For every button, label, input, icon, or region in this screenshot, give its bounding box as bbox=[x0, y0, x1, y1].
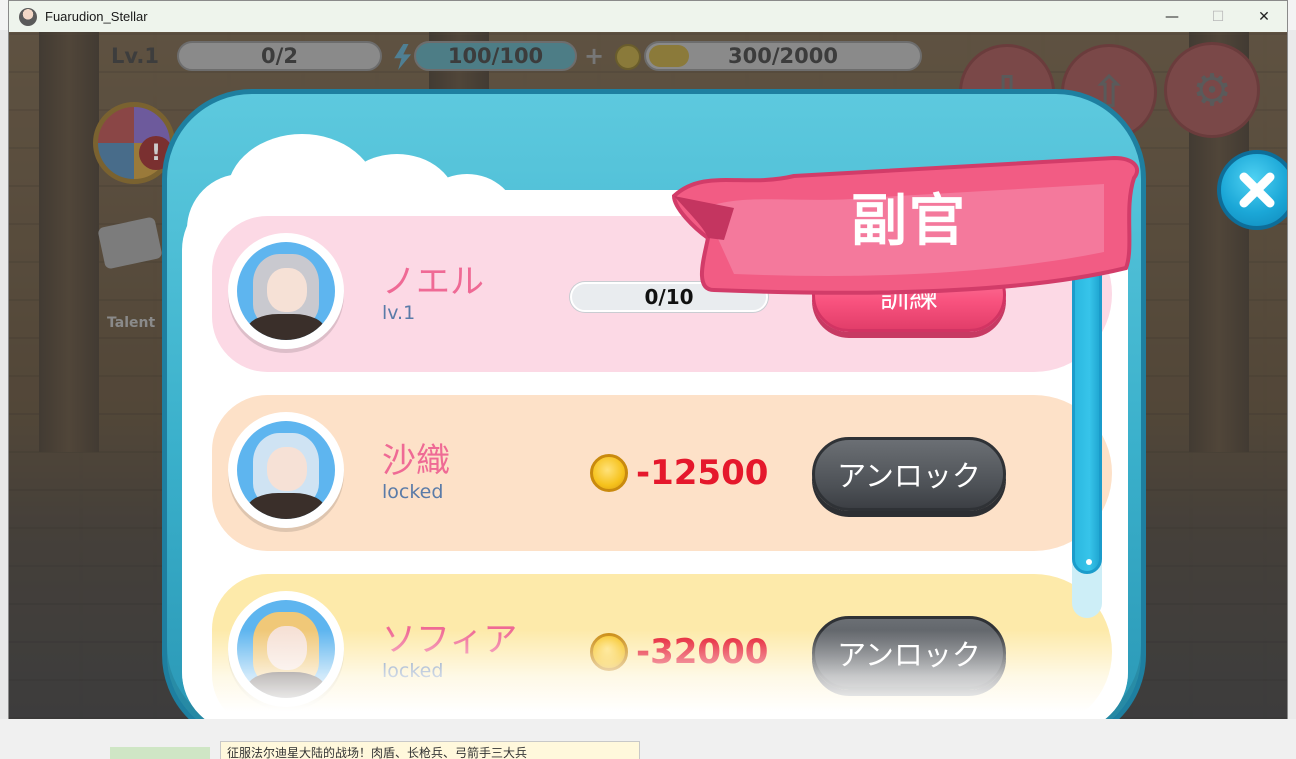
energy-bar: 100/100 bbox=[414, 41, 577, 71]
adjutant-status: locked bbox=[382, 660, 444, 682]
avatar bbox=[228, 233, 344, 349]
talent-label[interactable]: Talent bbox=[107, 315, 155, 331]
unlock-button[interactable]: アンロック bbox=[812, 616, 1006, 690]
character-body bbox=[247, 493, 325, 519]
list-item-sophia: ソフィア locked -32000 アンロック bbox=[212, 574, 1112, 719]
title-banner: 副官 bbox=[664, 148, 1144, 298]
scrollbar-dot bbox=[1086, 559, 1092, 565]
gear-icon: ⚙ bbox=[1192, 64, 1232, 116]
adjutant-dialog: ノエル lv.1 0/10 訓練 沙織 locked -12500 アンロック … bbox=[162, 89, 1287, 719]
unlock-cost: -12500 bbox=[590, 453, 768, 493]
character-face bbox=[267, 447, 307, 491]
window-controls: — ☐ ✕ bbox=[1149, 1, 1287, 32]
adjutant-name: ノエル bbox=[382, 262, 484, 302]
character-face bbox=[267, 268, 307, 312]
window-title: Fuarudion_Stellar bbox=[45, 9, 148, 24]
desktop-right-edge bbox=[1288, 30, 1296, 759]
desktop-bottom-text: 征服法尔迪星大陆的战场！肉盾、长枪兵、弓箭手三大兵 bbox=[220, 741, 640, 759]
character-face bbox=[267, 626, 307, 670]
unlock-cost-value: -32000 bbox=[636, 632, 769, 672]
title-bar: Fuarudion_Stellar — ☐ ✕ bbox=[9, 1, 1287, 32]
close-dialog-button[interactable] bbox=[1217, 150, 1287, 230]
settings-button[interactable]: ⚙ bbox=[1164, 42, 1260, 138]
adjutant-name: ソフィア bbox=[382, 620, 518, 660]
coin-icon bbox=[590, 633, 628, 671]
gold-bar-fill bbox=[649, 45, 689, 67]
avatar bbox=[228, 591, 344, 707]
exp-bar: 0/2 bbox=[177, 41, 382, 71]
adjutant-status: locked bbox=[382, 481, 444, 503]
maximize-button[interactable]: ☐ bbox=[1195, 1, 1241, 32]
desktop-bottom-block bbox=[110, 747, 210, 759]
adjutant-level: lv.1 bbox=[382, 302, 416, 324]
game-viewport: Lv.1 0/2 100/100 + 300/2000 ⇩ ⇧ ⚙ ! Tale… bbox=[9, 32, 1287, 719]
app-icon bbox=[19, 7, 37, 26]
dialog-title: 副官 bbox=[851, 189, 967, 254]
player-level: Lv.1 bbox=[111, 44, 159, 68]
unlock-cost: -32000 bbox=[590, 632, 768, 672]
character-body bbox=[247, 672, 325, 698]
close-window-button[interactable]: ✕ bbox=[1241, 1, 1287, 32]
gold-coin-icon bbox=[615, 44, 641, 70]
game-window: Fuarudion_Stellar — ☐ ✕ Lv.1 0/2 100/100… bbox=[8, 0, 1288, 719]
unlock-cost-value: -12500 bbox=[636, 453, 769, 493]
add-energy-icon[interactable]: + bbox=[583, 42, 605, 70]
unlock-button[interactable]: アンロック bbox=[812, 437, 1006, 511]
minimize-button[interactable]: — bbox=[1149, 1, 1195, 32]
close-icon bbox=[1239, 172, 1275, 208]
desktop-bottom-edge: 征服法尔迪星大陆的战场！肉盾、长枪兵、弓箭手三大兵 bbox=[0, 719, 1296, 759]
list-item-saori: 沙織 locked -12500 アンロック bbox=[212, 395, 1112, 551]
desktop-left-edge bbox=[0, 30, 8, 759]
adjutant-name: 沙織 bbox=[382, 441, 450, 481]
coin-icon bbox=[590, 454, 628, 492]
avatar bbox=[228, 412, 344, 528]
character-body bbox=[247, 314, 325, 340]
